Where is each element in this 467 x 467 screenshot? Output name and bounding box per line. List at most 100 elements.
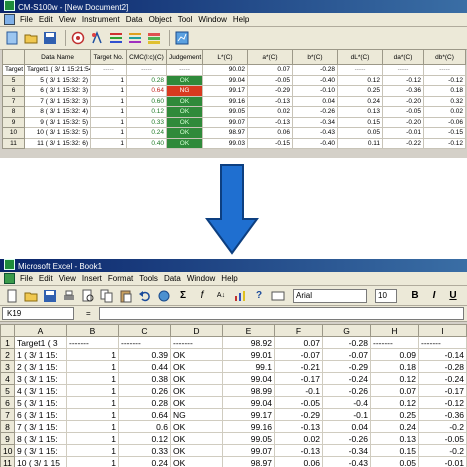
cell[interactable]: 0.15 — [337, 116, 383, 128]
cell[interactable]: -0.28 — [292, 64, 338, 76]
excel-cell[interactable]: 0.28 — [118, 396, 171, 409]
col-header-da[interactable]: da*(C) — [382, 49, 424, 65]
col-header-target-no[interactable]: Target No. — [90, 49, 127, 65]
excel-cell[interactable]: ------- — [170, 336, 223, 349]
open-icon[interactable] — [23, 288, 39, 304]
excel-cell[interactable]: 0.39 — [118, 348, 171, 361]
excel-cell[interactable]: OK — [170, 396, 223, 409]
measurement-row[interactable]: 10 10 ( 3/ 1 15:32: 5) 1 0.24 OK 98.97 0.06 -0.… — [2, 127, 466, 139]
excel-cell[interactable]: Target1 ( 3 — [14, 336, 67, 349]
cell[interactable]: 8 ( 3/ 1 15:32: 4) — [24, 106, 91, 118]
excel-menu-insert[interactable]: Insert — [79, 274, 105, 283]
cell[interactable]: 99.07 — [202, 116, 248, 128]
hyperlink-icon[interactable] — [156, 288, 172, 304]
excel-cell[interactable]: ------- — [118, 336, 171, 349]
excel-cell[interactable]: 1 — [66, 396, 119, 409]
cell[interactable]: ----- — [423, 64, 466, 76]
cell[interactable]: Target1 ( 3/ 1 15:21:54) — [24, 64, 91, 76]
excel-cell[interactable]: 99.16 — [222, 420, 275, 433]
cell[interactable]: 1 — [90, 74, 127, 86]
excel-cell[interactable]: 98.97 — [222, 456, 275, 467]
cell[interactable]: -0.15 — [247, 137, 293, 149]
cell[interactable]: 6 ( 3/ 1 15:32: 3) — [24, 85, 91, 97]
cm-menu-instrument[interactable]: Instrument — [79, 15, 123, 24]
row-header[interactable]: 5 — [2, 74, 25, 86]
cell[interactable]: 99.04 — [202, 74, 248, 86]
chart-icon[interactable] — [232, 288, 248, 304]
paste-icon[interactable] — [118, 288, 134, 304]
measurement-row[interactable]: 66 ( 3/ 1 15:32: 3) 1 0.64 NG 99.17 -0.29 -0.1… — [2, 85, 466, 97]
cell[interactable]: 9 ( 3/ 1 15:32: 5) — [24, 116, 91, 128]
excel-menu-edit[interactable]: Edit — [36, 274, 56, 283]
excel-cell[interactable]: 8 ( 3/ 1 15: — [14, 432, 67, 445]
cell[interactable]: 1 — [90, 137, 127, 149]
excel-cell[interactable]: NG — [170, 408, 223, 421]
excel-row-header[interactable]: 6 — [0, 396, 15, 409]
excel-cell[interactable]: 99.1 — [222, 360, 275, 373]
excel-cell[interactable]: 1 — [66, 348, 119, 361]
excel-cell[interactable]: -0.26 — [322, 384, 371, 397]
autosum-icon[interactable]: Σ — [175, 288, 191, 304]
judgement-cell[interactable]: OK — [166, 74, 203, 86]
col-header-judgement[interactable]: Judgement — [166, 49, 203, 65]
cell[interactable]: ----- — [90, 64, 127, 76]
zoom-icon[interactable] — [270, 288, 286, 304]
cell[interactable]: 0.02 — [247, 106, 293, 118]
cell[interactable]: 1 — [90, 106, 127, 118]
measurement-row[interactable]: 99 ( 3/ 1 15:32: 5) 1 0.33 OK 99.07 -0.13 -0.3… — [2, 116, 466, 128]
judgement-cell[interactable]: OK — [166, 95, 203, 107]
undo-icon[interactable] — [137, 288, 153, 304]
excel-cell[interactable]: 0.24 — [118, 456, 171, 467]
excel-menu-view[interactable]: View — [56, 274, 79, 283]
excel-cell[interactable]: -0.36 — [418, 408, 467, 421]
cell[interactable]: 0.64 — [126, 85, 167, 97]
excel-cell[interactable]: 1 — [66, 408, 119, 421]
excel-row-header[interactable]: 5 — [0, 384, 15, 397]
excel-row-header[interactable]: 1 — [0, 336, 15, 349]
row-header[interactable]: 10 — [2, 127, 25, 139]
cell[interactable]: -0.05 — [382, 106, 424, 118]
excel-cell[interactable]: 0.12 — [370, 372, 419, 385]
cell[interactable]: -0.20 — [382, 95, 424, 107]
cm-menu-help[interactable]: Help — [230, 15, 252, 24]
cell[interactable]: -0.15 — [423, 127, 466, 139]
cm-menu-data[interactable]: Data — [123, 15, 146, 24]
excel-cell[interactable]: 3 ( 3/ 1 15: — [14, 372, 67, 385]
col-header-l[interactable]: L*(C) — [202, 49, 248, 65]
cell[interactable]: 10 ( 3/ 1 15:32: 5) — [24, 127, 91, 139]
excel-cell[interactable]: 0.25 — [370, 408, 419, 421]
cell[interactable]: 0.24 — [126, 127, 167, 139]
excel-cell[interactable]: -0.1 — [274, 384, 323, 397]
row-header[interactable]: 9 — [2, 116, 25, 128]
save-icon[interactable] — [42, 30, 58, 46]
excel-cell[interactable]: 1 — [66, 372, 119, 385]
excel-cell[interactable]: 98.99 — [222, 384, 275, 397]
cell[interactable]: ----- — [382, 64, 424, 76]
excel-cell[interactable]: 98.92 — [222, 336, 275, 349]
cell[interactable]: 1 — [90, 116, 127, 128]
col-header-cmc[interactable]: CMC(l:c)(C) — [126, 49, 167, 65]
row-header[interactable]: Target — [2, 64, 25, 76]
cell[interactable]: 0.24 — [337, 95, 383, 107]
cell[interactable]: ----- — [166, 64, 203, 76]
col-header-b[interactable]: b*(C) — [292, 49, 338, 65]
cell[interactable]: 99.03 — [202, 137, 248, 149]
font-name-select[interactable]: Arial — [293, 288, 367, 303]
excel-cell[interactable]: -0.4 — [322, 396, 371, 409]
excel-cell[interactable]: 0.6 — [118, 420, 171, 433]
excel-col-header-b[interactable]: B — [66, 324, 119, 337]
new-icon[interactable] — [4, 288, 20, 304]
cell[interactable]: 90.02 — [202, 64, 248, 76]
excel-row-header[interactable]: 11 — [0, 456, 15, 467]
measurement-row[interactable]: 77 ( 3/ 1 15:32: 3) 1 0.60 OK 99.16 -0.13 0.04… — [2, 95, 466, 107]
cell[interactable]: 98.97 — [202, 127, 248, 139]
excel-cell[interactable]: 0.26 — [118, 384, 171, 397]
excel-cell[interactable]: -0.14 — [418, 348, 467, 361]
font-size-select[interactable]: 10 — [375, 288, 397, 303]
excel-cell[interactable]: -0.13 — [274, 444, 323, 457]
cell[interactable]: 0.05 — [337, 127, 383, 139]
excel-cell[interactable]: 0.13 — [370, 432, 419, 445]
excel-cell[interactable]: 99.01 — [222, 348, 275, 361]
excel-cell[interactable]: -0.07 — [274, 348, 323, 361]
excel-row-header[interactable]: 4 — [0, 372, 15, 385]
